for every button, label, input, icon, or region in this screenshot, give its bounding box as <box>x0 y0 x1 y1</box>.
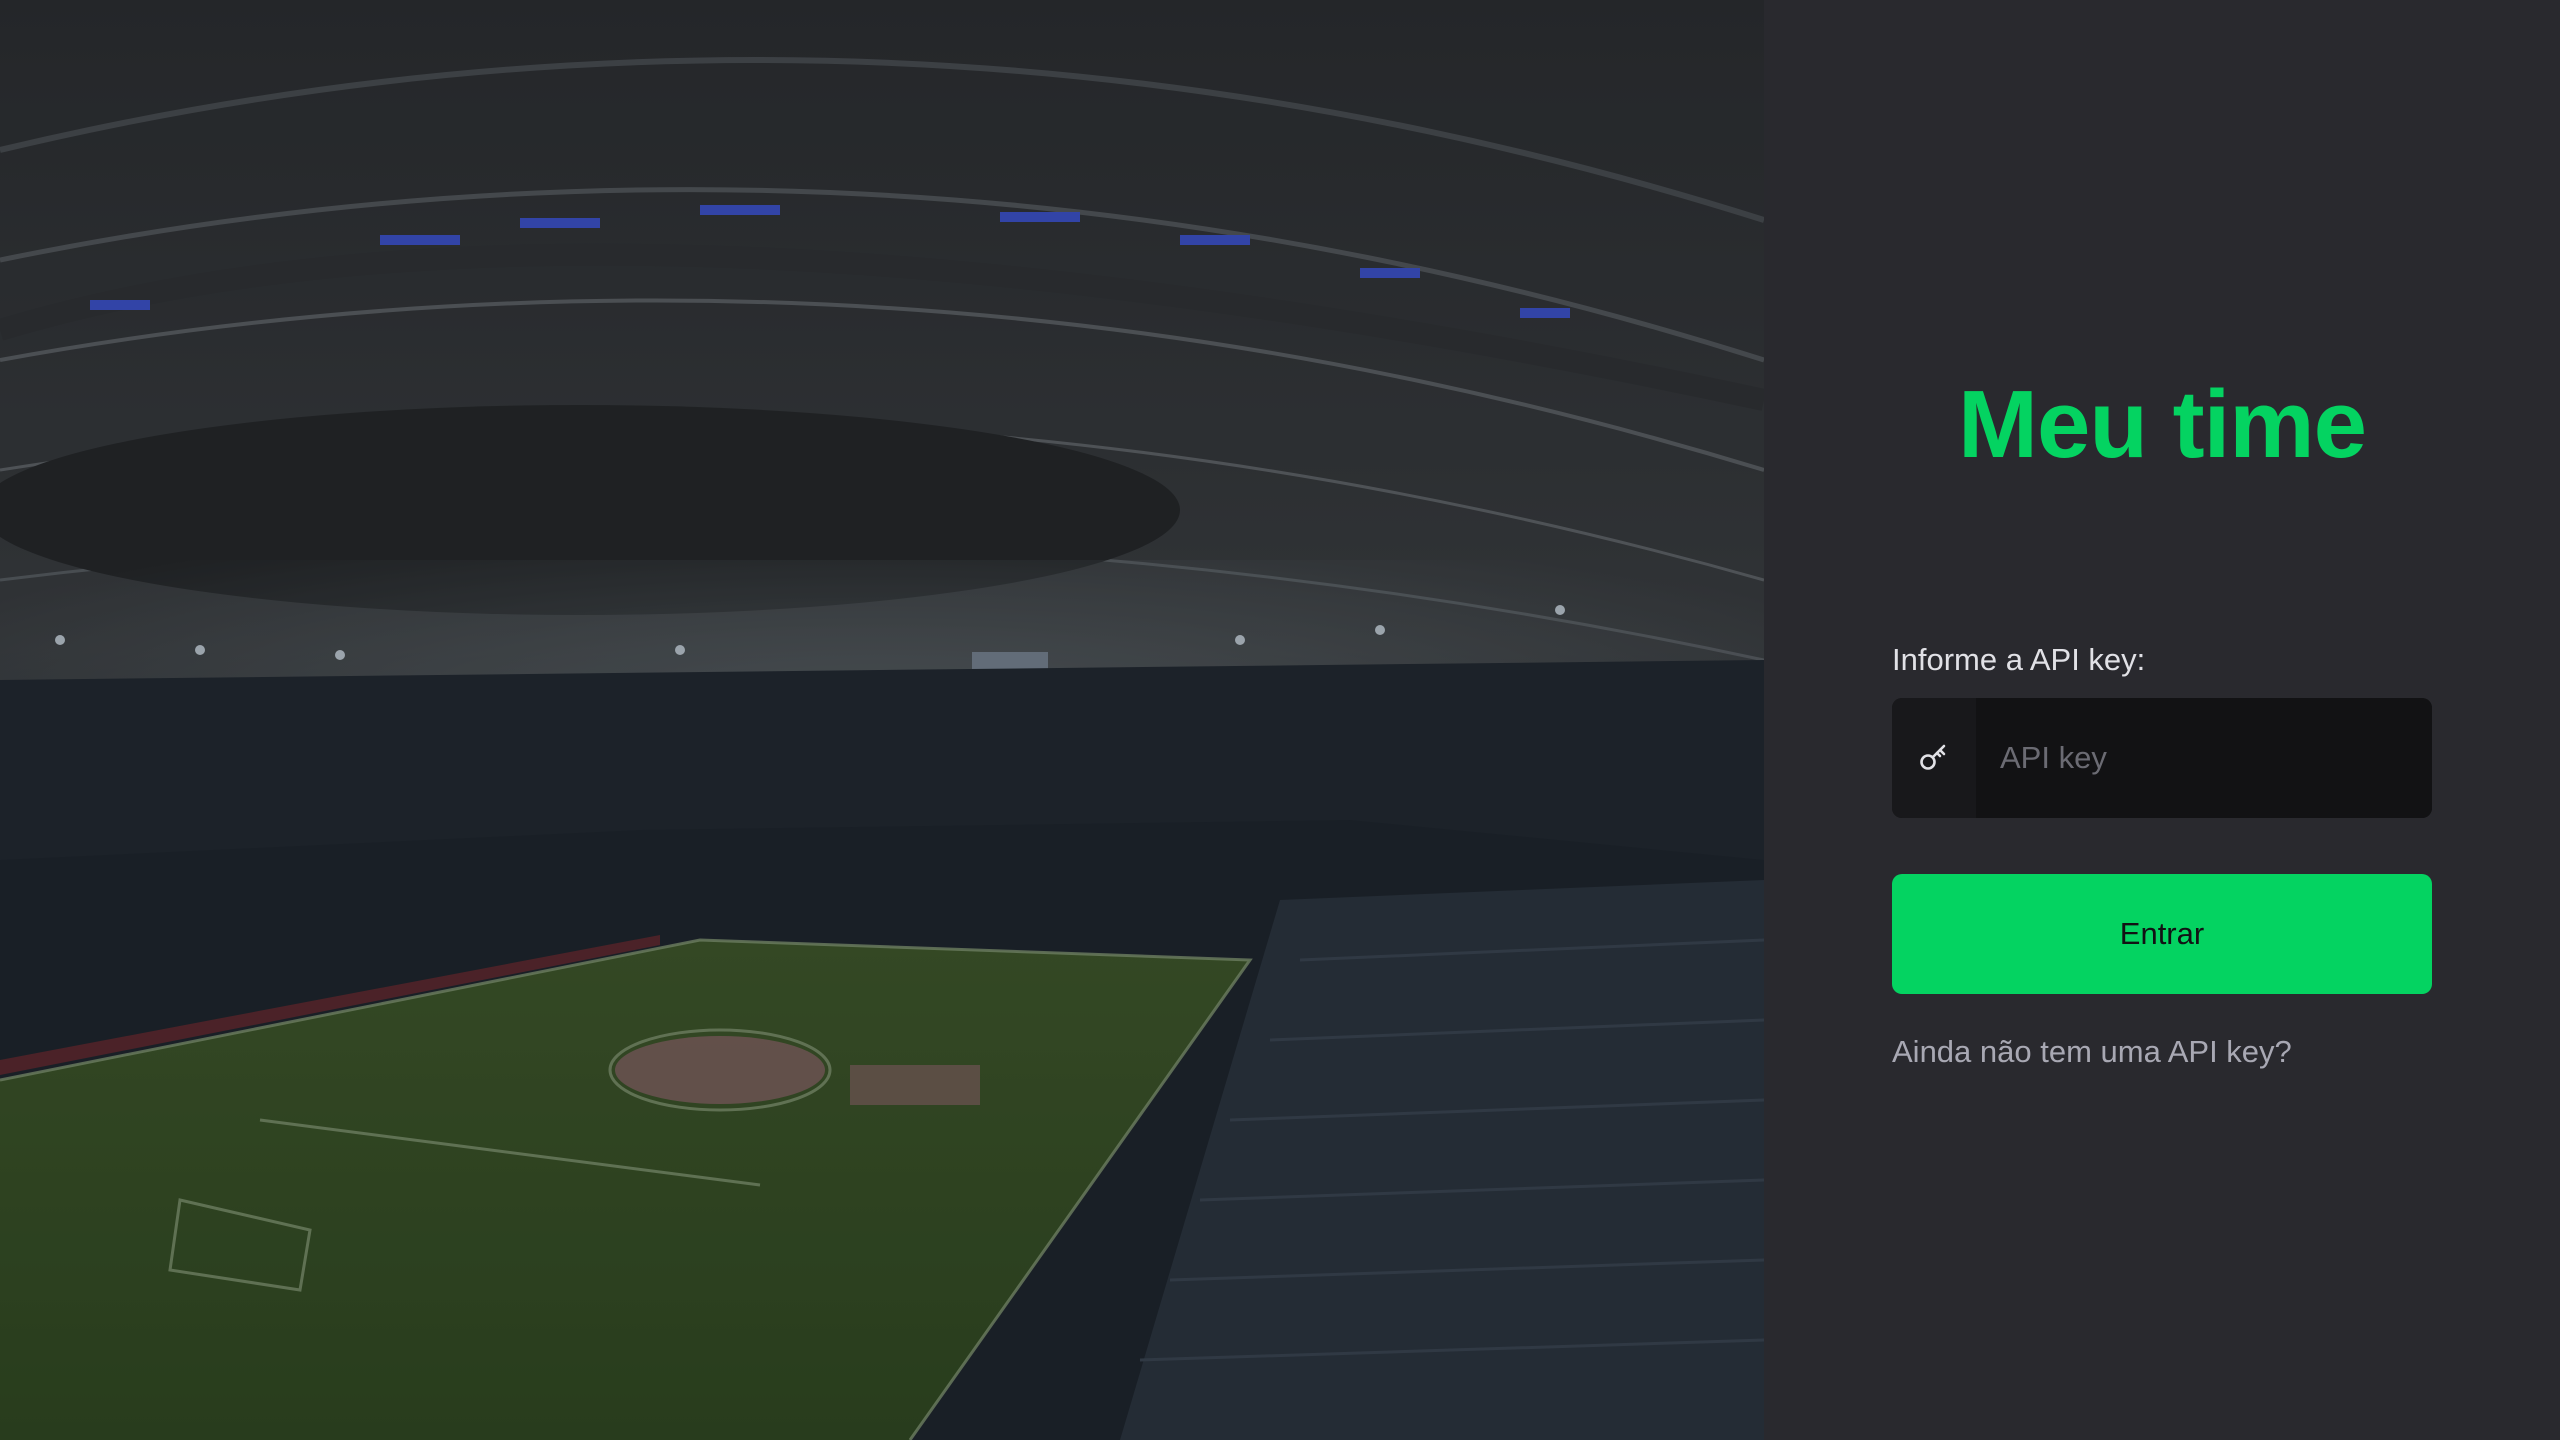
api-key-label: Informe a API key: <box>1892 642 2146 677</box>
get-api-key-link[interactable]: Ainda não tem uma API key? <box>1892 1032 2432 1072</box>
api-key-input[interactable] <box>1976 698 2432 818</box>
app-title: Meu time <box>1957 371 2367 478</box>
stadium-background-image <box>0 0 1764 1440</box>
stadium-illustration <box>0 0 1764 1440</box>
key-icon <box>1892 698 1976 818</box>
login-panel: Meu time Informe a API key: Entrar Ainda… <box>1764 0 2560 1440</box>
entrar-button[interactable]: Entrar <box>1892 874 2432 994</box>
login-form: Informe a API key: Entrar Ainda não tem … <box>1892 640 2432 1072</box>
api-key-input-group <box>1892 698 2432 818</box>
login-page: Meu time Informe a API key: Entrar Ainda… <box>0 0 2560 1440</box>
